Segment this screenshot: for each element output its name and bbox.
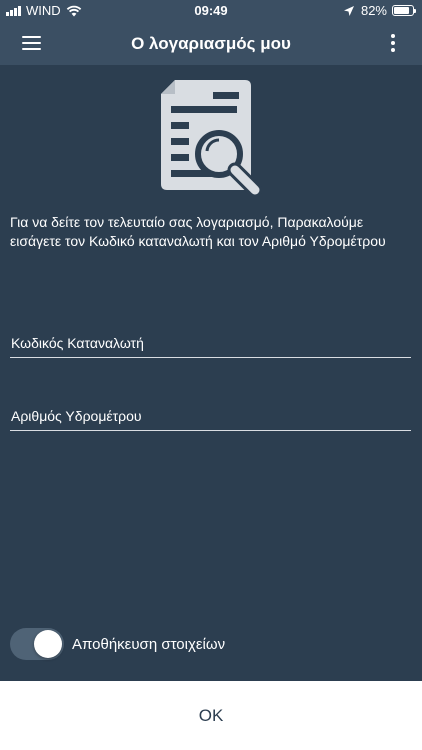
- page-title: Ο λογαριασμός μου: [131, 34, 291, 53]
- consumer-code-input[interactable]: [10, 318, 411, 357]
- location-arrow-icon: [343, 5, 354, 16]
- meter-number-field-wrapper: [10, 391, 411, 431]
- status-right: 82%: [343, 3, 416, 18]
- save-details-toggle[interactable]: [10, 628, 64, 660]
- battery-icon: [392, 5, 416, 16]
- battery-percent: 82%: [360, 3, 387, 18]
- document-search-icon: [161, 80, 263, 198]
- bottom-bar: OK: [0, 681, 422, 750]
- save-details-row: Αποθήκευση στοιχείων: [10, 627, 225, 661]
- more-vertical-icon[interactable]: [386, 32, 400, 56]
- toggle-knob: [34, 630, 62, 658]
- save-details-label: Αποθήκευση στοιχείων: [72, 635, 226, 653]
- app-bar: Ο λογαριασμός μου: [0, 22, 422, 65]
- status-bar: WIND 09:49 82%: [0, 0, 422, 22]
- hamburger-menu-icon[interactable]: [14, 32, 48, 56]
- instructions-text: Για να δείτε τον τελευταίο σας λογαριασμ…: [10, 214, 386, 249]
- meter-number-input[interactable]: [10, 391, 411, 430]
- consumer-code-field-wrapper: [10, 318, 411, 358]
- battery-fill: [394, 7, 409, 14]
- screen: WIND 09:49 82% Ο λογαριασμός μου Για να …: [0, 0, 422, 750]
- ok-button[interactable]: OK: [0, 681, 422, 750]
